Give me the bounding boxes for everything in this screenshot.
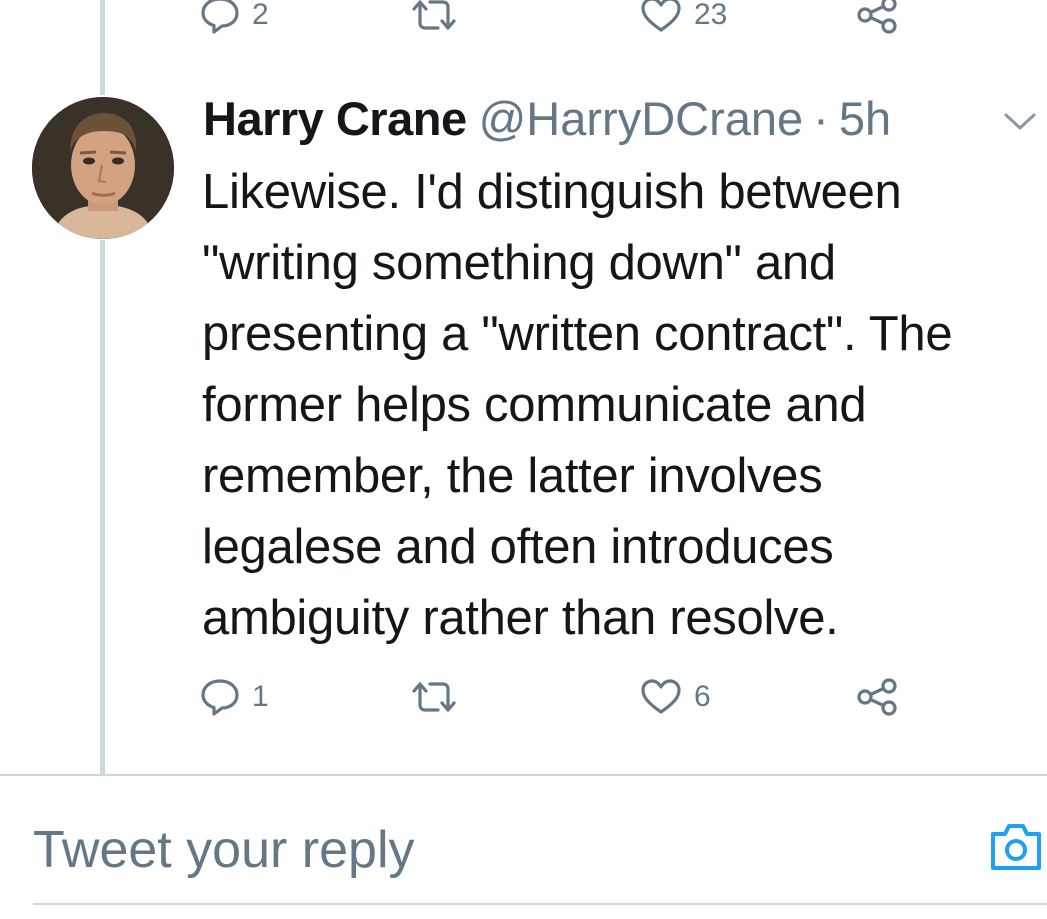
- camera-icon: [988, 824, 1044, 876]
- tweet-text-line: remember, the latter involves: [202, 449, 823, 503]
- author-display-name[interactable]: Harry Crane: [203, 91, 467, 146]
- like-icon: [640, 0, 682, 34]
- tweet-text-line: Likewise. I'd distinguish between: [202, 165, 902, 219]
- reply-count: 1: [252, 680, 269, 713]
- share-icon: [855, 677, 899, 717]
- reply-icon: [200, 678, 240, 716]
- reply-composer: [33, 790, 1047, 910]
- avatar[interactable]: [32, 97, 174, 239]
- reply-count: 2: [252, 0, 269, 31]
- tweet-text-line: former helps communicate and: [202, 378, 867, 432]
- reply-button[interactable]: 1: [200, 672, 269, 722]
- header-separator: ·: [813, 92, 829, 145]
- like-count: 23: [694, 0, 728, 31]
- share-button[interactable]: [855, 672, 899, 722]
- author-handle[interactable]: @HarryDCrane: [479, 91, 804, 146]
- previous-reply-button[interactable]: 2: [200, 0, 269, 40]
- like-icon: [640, 678, 682, 716]
- like-button[interactable]: 6: [640, 672, 711, 722]
- retweet-button[interactable]: [410, 672, 458, 722]
- thread-line-bottom: [100, 240, 105, 774]
- tweet-text-line: presenting a "written contract". The: [202, 307, 953, 361]
- tweet-header: Harry Crane @HarryDCrane · 5h: [203, 91, 891, 151]
- retweet-icon: [410, 0, 458, 33]
- share-icon: [855, 0, 899, 35]
- tweet-text-line: ambiguity rather than resolve.: [202, 591, 839, 645]
- reply-input[interactable]: [33, 810, 933, 890]
- previous-share-button[interactable]: [855, 0, 899, 40]
- tweet-action-bar: 1 6: [200, 672, 920, 722]
- tweet-text: Likewise. I'd distinguish between "writi…: [202, 157, 1047, 654]
- previous-retweet-button[interactable]: [410, 0, 458, 40]
- avatar-photo: [32, 97, 174, 239]
- caret-down-icon: [998, 113, 1042, 140]
- tweet-timestamp[interactable]: 5h: [839, 91, 891, 146]
- thread-line-top: [100, 0, 105, 95]
- tweet-text-line: legalese and often introduces: [202, 520, 834, 574]
- reply-input-underline: [33, 903, 1047, 905]
- tweet-options-button[interactable]: [998, 106, 1042, 136]
- retweet-icon: [410, 679, 458, 715]
- tweet-text-line: "writing something down" and: [202, 236, 836, 290]
- previous-like-button[interactable]: 23: [640, 0, 727, 40]
- previous-tweet-action-bar: 2 23: [200, 0, 920, 40]
- reply-divider: [0, 774, 1047, 776]
- like-count: 6: [694, 680, 711, 713]
- reply-icon: [200, 0, 240, 34]
- camera-button[interactable]: [988, 820, 1044, 872]
